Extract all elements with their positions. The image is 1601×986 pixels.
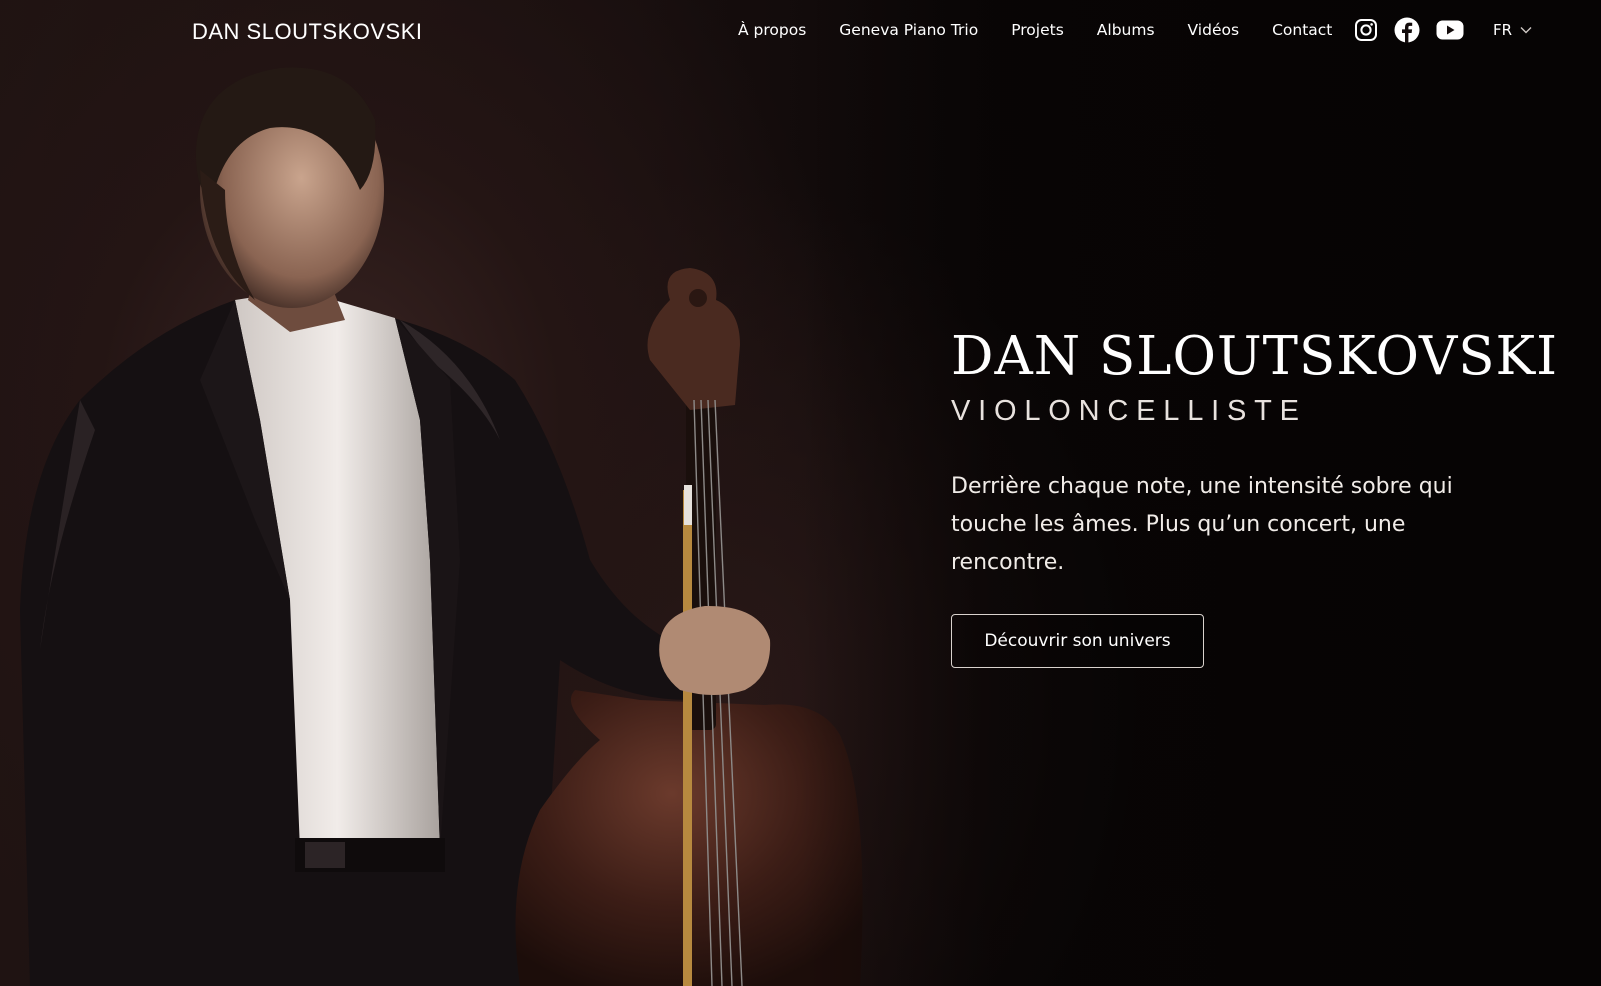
youtube-icon[interactable] [1436,19,1464,41]
language-label: FR [1493,21,1513,39]
hero-subtitle: VIOLONCELLISTE [951,395,1307,427]
nav-item-videos[interactable]: Vidéos [1188,18,1240,42]
hero-title: DAN SLOUTSKOVSKI [951,326,1559,387]
hero-section: DAN SLOUTSKOVSKI À propos Geneva Piano T… [0,0,1601,986]
nav-item-albums[interactable]: Albums [1097,18,1155,42]
chevron-down-icon [1520,21,1532,39]
nav-item-geneva-piano-trio[interactable]: Geneva Piano Trio [839,18,978,42]
nav-item-contact[interactable]: Contact [1272,18,1332,42]
language-selector[interactable]: FR [1493,18,1532,42]
main-nav: À propos Geneva Piano Trio Projets Album… [738,18,1332,42]
nav-item-projets[interactable]: Projets [1011,18,1064,42]
site-logo[interactable]: DAN SLOUTSKOVSKI [192,18,423,46]
nav-item-a-propos[interactable]: À propos [738,18,806,42]
site-header: DAN SLOUTSKOVSKI À propos Geneva Piano T… [0,0,1601,62]
instagram-icon[interactable] [1354,18,1378,42]
discover-button[interactable]: Découvrir son univers [951,614,1204,668]
hero-description: Derrière chaque note, une intensité sobr… [951,474,1453,575]
facebook-icon[interactable] [1394,17,1420,43]
social-links [1354,16,1464,44]
